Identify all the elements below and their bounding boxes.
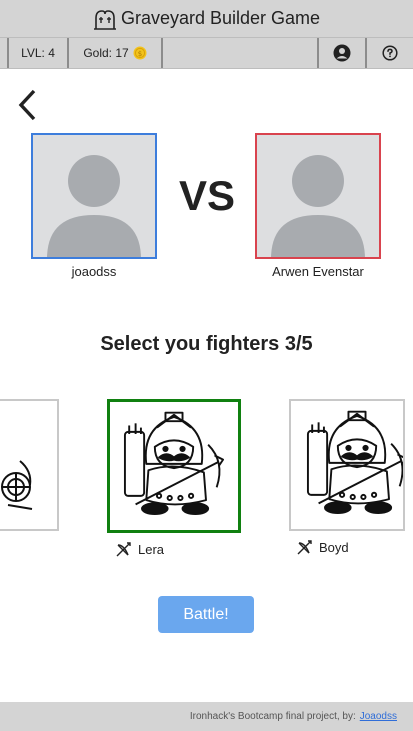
gold-label: Gold: 17	[83, 46, 129, 60]
user-placeholder-icon	[271, 155, 365, 257]
help-button[interactable]	[367, 38, 413, 68]
status-bar: LVL: 4 Gold: 17 $	[0, 37, 413, 69]
bow-icon	[116, 542, 131, 557]
fighter-card[interactable]	[0, 399, 59, 531]
chevron-left-icon	[18, 89, 36, 121]
svg-text:$: $	[137, 50, 141, 58]
footer: Ironhack's Bootcamp final project, by: J…	[0, 702, 413, 731]
fighter-card[interactable]	[289, 399, 405, 531]
player1-avatar	[31, 133, 157, 259]
profile-button[interactable]	[319, 38, 367, 68]
vs-label: VS	[178, 172, 236, 219]
fighter-name: Boyd	[319, 539, 349, 555]
status-spacer	[163, 38, 319, 68]
fighter-name: Lera	[138, 541, 165, 557]
level-display: LVL: 4	[7, 38, 69, 68]
gold-display: Gold: 17 $	[69, 38, 163, 68]
user-circle-icon	[333, 44, 351, 62]
fighter-name-label: Boyd	[297, 539, 349, 555]
author-link[interactable]: Joaodss	[360, 711, 397, 722]
title-bar: Graveyard Builder Game	[0, 0, 413, 37]
footer-text: Ironhack's Bootcamp final project, by:	[189, 711, 356, 722]
fighter-card-selected[interactable]	[107, 399, 241, 533]
bow-icon	[297, 540, 312, 555]
player1-name: joaodss	[71, 264, 117, 279]
help-circle-icon	[382, 45, 398, 61]
app-title: Graveyard Builder Game	[120, 8, 321, 28]
fighter-name-label: Lera	[116, 541, 164, 557]
tombstone-icon	[93, 9, 116, 30]
knight-archer-image	[123, 411, 225, 515]
user-placeholder-icon	[47, 155, 141, 257]
coin-icon: $	[133, 46, 147, 60]
knight-archer-image	[306, 410, 403, 514]
player2-avatar	[255, 133, 381, 259]
back-button[interactable]	[16, 88, 42, 122]
knight-archer-image	[1, 460, 33, 510]
battle-button[interactable]: Battle!	[158, 596, 254, 633]
level-label: LVL: 4	[21, 46, 55, 60]
fighter-selection-title: Select you fighters 3/5	[100, 333, 313, 355]
player2-name: Arwen Evenstar	[272, 264, 364, 279]
